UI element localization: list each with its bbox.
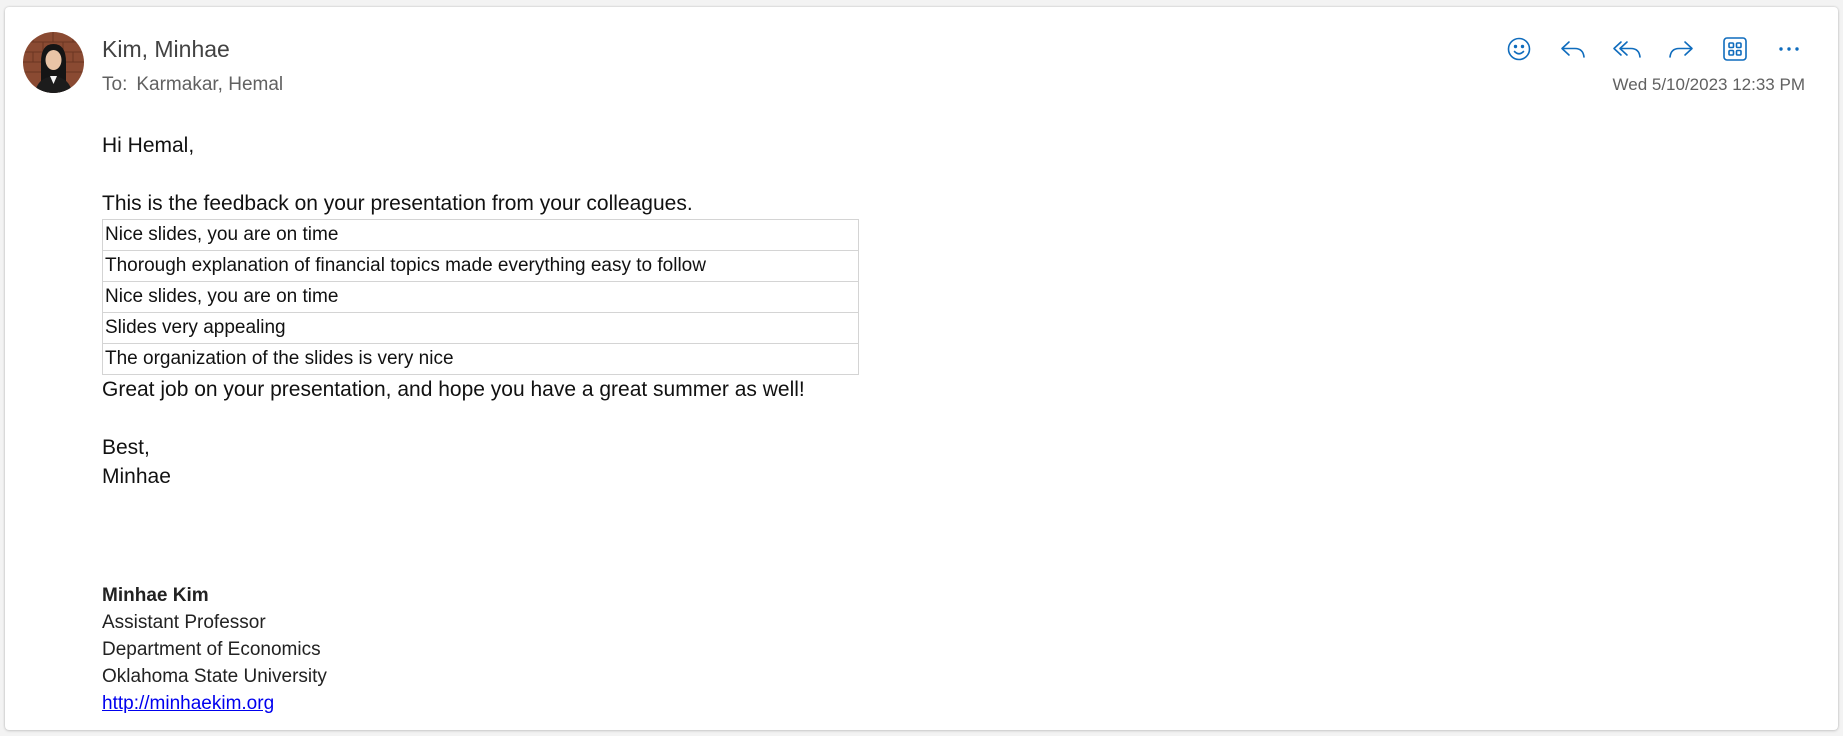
table-cell: Nice slides, you are on time (102, 219, 859, 251)
apps-icon (1723, 37, 1747, 61)
more-icon (1779, 47, 1799, 51)
intro-text: This is the feedback on your presentatio… (102, 192, 693, 215)
message-timestamp: Wed 5/10/2023 12:33 PM (1612, 75, 1806, 94)
recipient-name[interactable]: Karmakar, Hemal (136, 74, 283, 95)
smiley-icon (1507, 37, 1531, 61)
reply-button[interactable] (1555, 31, 1591, 67)
table-row: Nice slides, you are on time (102, 281, 859, 313)
table-cell: The organization of the slides is very n… (102, 343, 859, 375)
feedback-table: Nice slides, you are on time Thorough ex… (102, 219, 859, 375)
recipient-line: To: Karmakar, Hemal (102, 74, 283, 96)
table-row: The organization of the slides is very n… (102, 343, 859, 375)
sender-name[interactable]: Kim, Minhae (102, 36, 230, 63)
forward-button[interactable] (1663, 31, 1699, 67)
signature-university: Oklahoma State University (102, 666, 327, 687)
greeting: Hi Hemal, (102, 134, 195, 157)
email-signature: Minhae Kim Assistant Professor Departmen… (102, 582, 327, 717)
message-toolbar (1501, 31, 1807, 67)
table-row: Slides very appealing (102, 312, 859, 344)
forward-icon (1669, 41, 1693, 58)
sign-name: Minhae (102, 465, 171, 488)
closing-line: Great job on your presentation, and hope… (102, 378, 805, 401)
signature-title: Assistant Professor (102, 612, 266, 633)
signature-link[interactable]: http://minhaekim.org (102, 693, 274, 714)
signature-name: Minhae Kim (102, 585, 209, 606)
more-actions-button[interactable] (1771, 31, 1807, 67)
reply-icon (1561, 41, 1585, 58)
table-row: Thorough explanation of financial topics… (102, 250, 859, 282)
react-button[interactable] (1501, 31, 1537, 67)
to-label: To: (102, 74, 128, 95)
message-card: Kim, Minhae To: Karmakar, Hemal Wed 5/10… (5, 7, 1838, 730)
message-body: Hi Hemal, This is the feedback on your p… (102, 131, 859, 491)
sign-off: Best, (102, 436, 150, 459)
signature-department: Department of Economics (102, 639, 321, 660)
table-cell: Nice slides, you are on time (102, 281, 859, 313)
table-row: Nice slides, you are on time (102, 219, 859, 251)
table-cell: Slides very appealing (102, 312, 859, 344)
sender-avatar[interactable] (23, 32, 84, 93)
reply-all-button[interactable] (1609, 31, 1645, 67)
apps-button[interactable] (1717, 31, 1753, 67)
reply-all-icon (1613, 41, 1641, 58)
table-cell: Thorough explanation of financial topics… (102, 250, 859, 282)
